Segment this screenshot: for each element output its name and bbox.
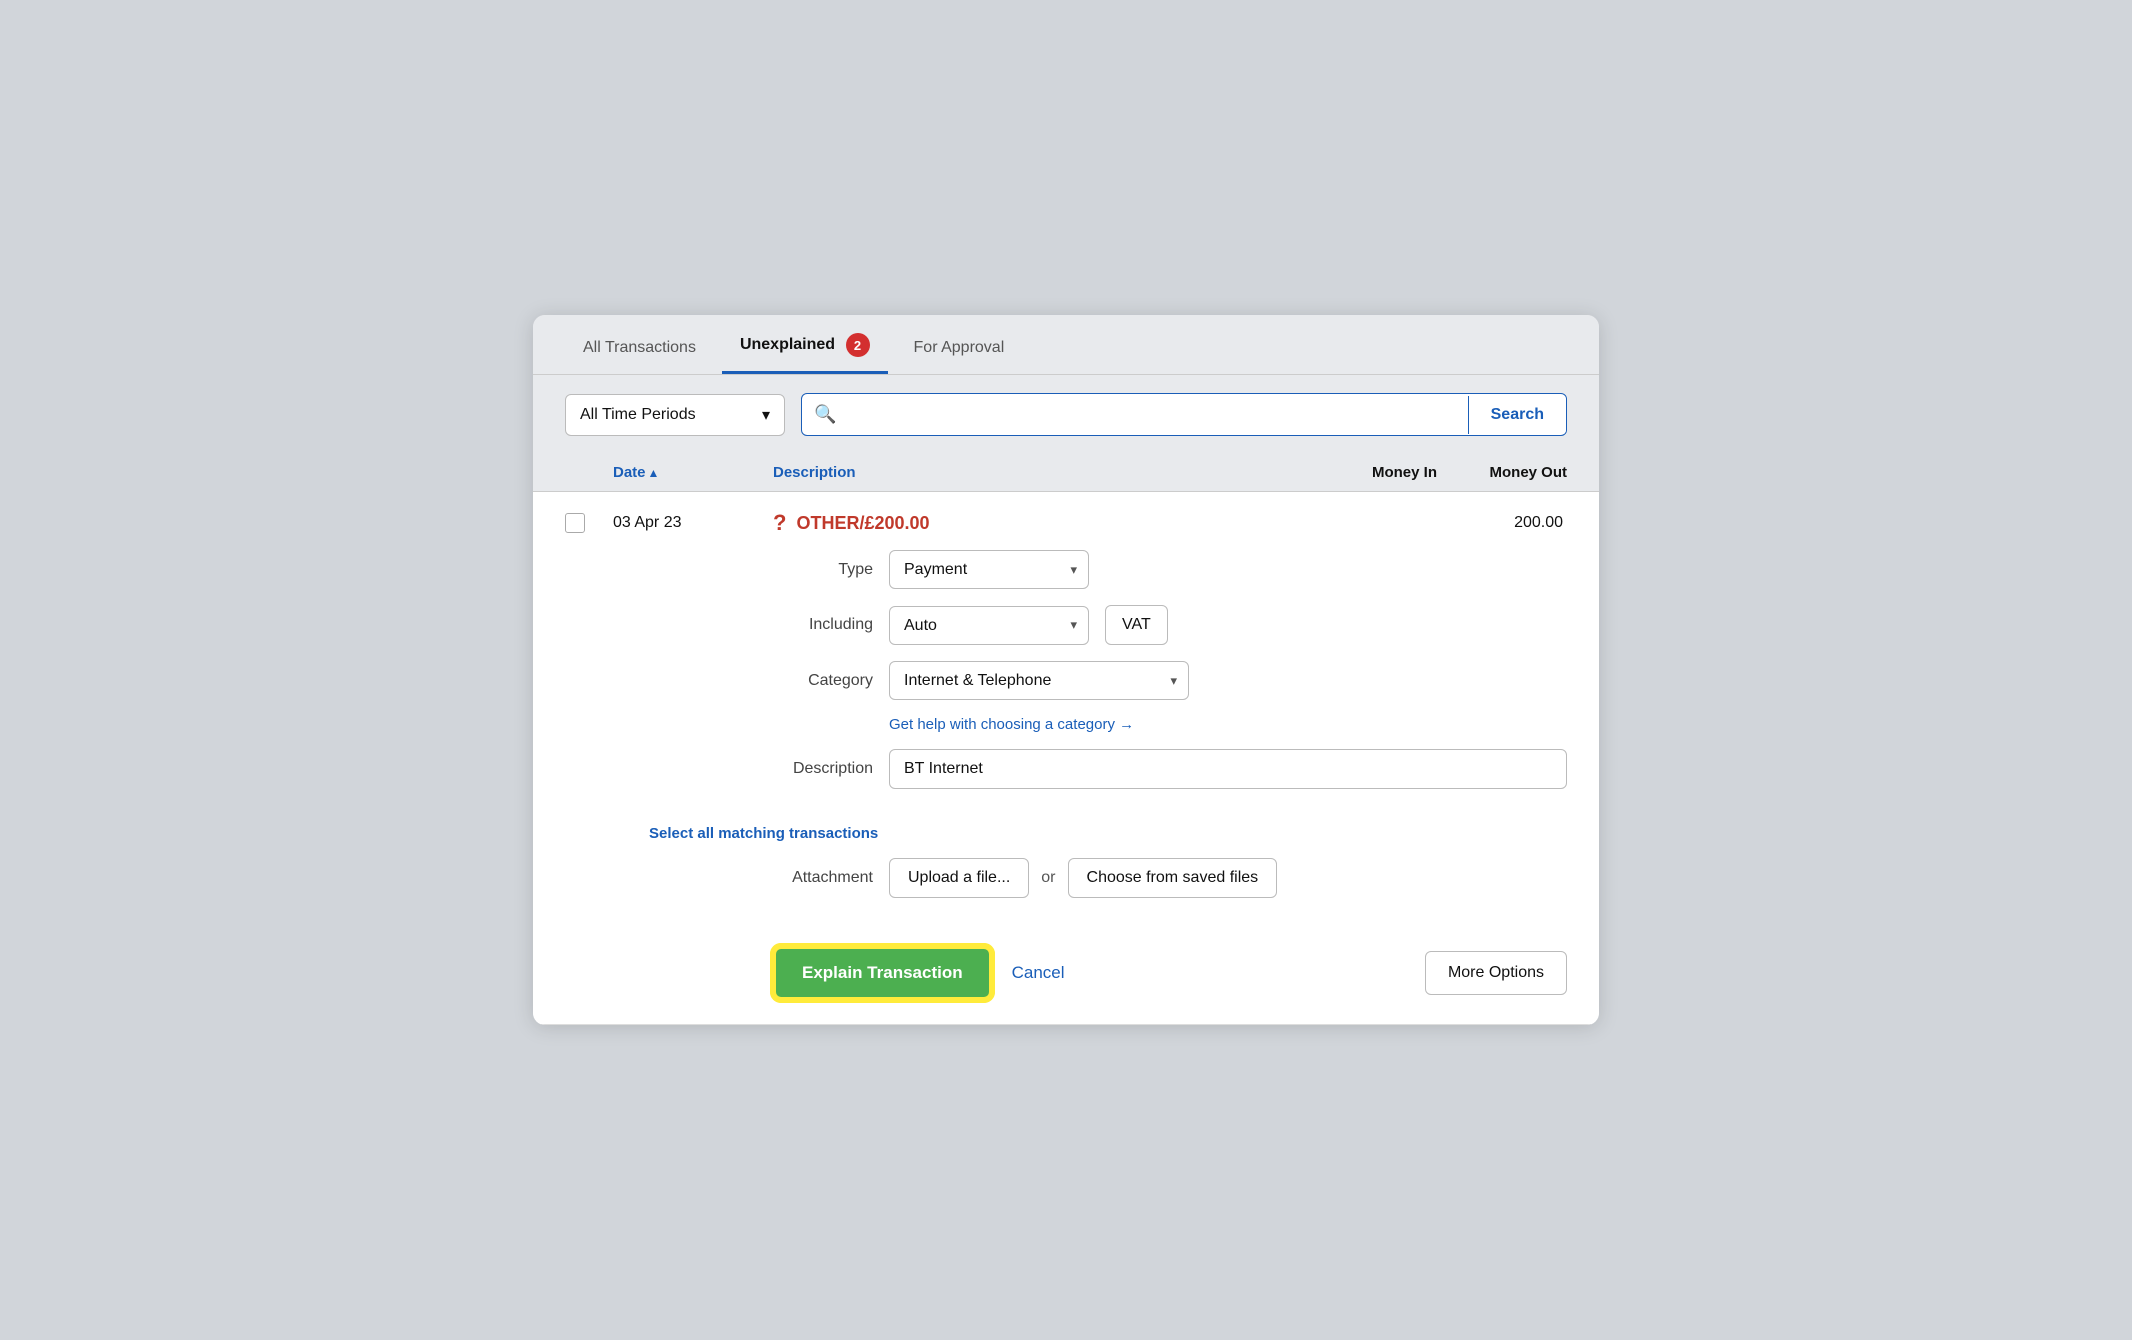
question-mark-icon: ? bbox=[773, 510, 786, 536]
table-header: Date▲ Description Money In Money Out bbox=[533, 454, 1599, 492]
transaction-row: 03 Apr 23 ? OTHER/£200.00 200.00 Type Pa… bbox=[533, 492, 1599, 1025]
including-label: Including bbox=[773, 616, 873, 634]
money-out-value: 200.00 bbox=[1437, 514, 1567, 532]
unexplained-badge: 2 bbox=[846, 333, 870, 357]
tab-unexplained[interactable]: Unexplained 2 bbox=[722, 315, 888, 374]
transaction-date: 03 Apr 23 bbox=[613, 514, 773, 532]
cancel-link[interactable]: Cancel bbox=[1012, 963, 1065, 983]
attachment-section: Attachment Upload a file... or Choose fr… bbox=[533, 858, 1599, 934]
tabs-bar: All Transactions Unexplained 2 For Appro… bbox=[533, 315, 1599, 375]
transaction-desc-cell: ? OTHER/£200.00 bbox=[773, 510, 1307, 536]
type-select-wrapper: Payment ▾ bbox=[889, 550, 1089, 589]
category-select-wrapper: Internet & Telephone ▾ bbox=[889, 661, 1189, 700]
search-input[interactable] bbox=[848, 396, 1467, 434]
col-description: Description bbox=[773, 464, 1307, 481]
attachment-row: Upload a file... or Choose from saved fi… bbox=[889, 858, 1277, 898]
form-fields: Type Payment ▾ Including Auto ▾ VAT bbox=[533, 546, 1599, 825]
matching-transactions-link[interactable]: Select all matching transactions bbox=[649, 825, 1599, 842]
type-label: Type bbox=[773, 561, 873, 579]
main-container: All Transactions Unexplained 2 For Appro… bbox=[533, 315, 1599, 1025]
tab-all-transactions[interactable]: All Transactions bbox=[565, 321, 714, 374]
action-row: Explain Transaction Cancel More Options bbox=[533, 934, 1599, 1024]
attachment-field-row: Attachment Upload a file... or Choose fr… bbox=[773, 858, 1567, 898]
transaction-checkbox[interactable] bbox=[565, 513, 585, 533]
including-select[interactable]: Auto bbox=[889, 606, 1089, 645]
including-field-row: Including Auto ▾ VAT bbox=[773, 605, 1567, 645]
vat-badge: VAT bbox=[1105, 605, 1168, 645]
or-text: or bbox=[1041, 869, 1055, 887]
attachment-label: Attachment bbox=[773, 869, 873, 887]
description-field-row: Description bbox=[773, 749, 1567, 789]
category-select[interactable]: Internet & Telephone bbox=[889, 661, 1189, 700]
toolbar: All Time Periods ▾ 🔍 Search bbox=[533, 375, 1599, 454]
transaction-label: OTHER/£200.00 bbox=[796, 513, 929, 534]
category-field-row: Category Internet & Telephone ▾ bbox=[773, 661, 1567, 700]
choose-saved-files-button[interactable]: Choose from saved files bbox=[1068, 858, 1278, 898]
sort-arrow-icon: ▲ bbox=[648, 466, 660, 480]
time-period-select[interactable]: All Time Periods ▾ bbox=[565, 394, 785, 436]
col-money-in: Money In bbox=[1307, 464, 1437, 481]
search-button[interactable]: Search bbox=[1468, 396, 1566, 434]
more-options-button[interactable]: More Options bbox=[1425, 951, 1567, 995]
checkbox-cell bbox=[565, 513, 613, 533]
type-field-row: Type Payment ▾ bbox=[773, 550, 1567, 589]
tab-for-approval[interactable]: For Approval bbox=[896, 321, 1023, 374]
help-category-link[interactable]: Get help with choosing a category → bbox=[889, 716, 1567, 733]
action-left: Explain Transaction Cancel bbox=[773, 946, 1065, 1000]
search-bar: 🔍 Search bbox=[801, 393, 1567, 436]
description-input[interactable] bbox=[889, 749, 1567, 789]
col-date[interactable]: Date▲ bbox=[613, 464, 773, 481]
auto-select-wrapper: Auto ▾ bbox=[889, 606, 1089, 645]
search-icon: 🔍 bbox=[802, 394, 848, 435]
upload-file-button[interactable]: Upload a file... bbox=[889, 858, 1029, 898]
desc-label: Description bbox=[773, 760, 873, 778]
type-select[interactable]: Payment bbox=[889, 550, 1089, 589]
category-label: Category bbox=[773, 672, 873, 690]
col-money-out: Money Out bbox=[1437, 464, 1567, 481]
transaction-top-row: 03 Apr 23 ? OTHER/£200.00 200.00 bbox=[533, 492, 1599, 546]
explain-transaction-button[interactable]: Explain Transaction bbox=[773, 946, 992, 1000]
chevron-down-icon: ▾ bbox=[762, 405, 770, 425]
